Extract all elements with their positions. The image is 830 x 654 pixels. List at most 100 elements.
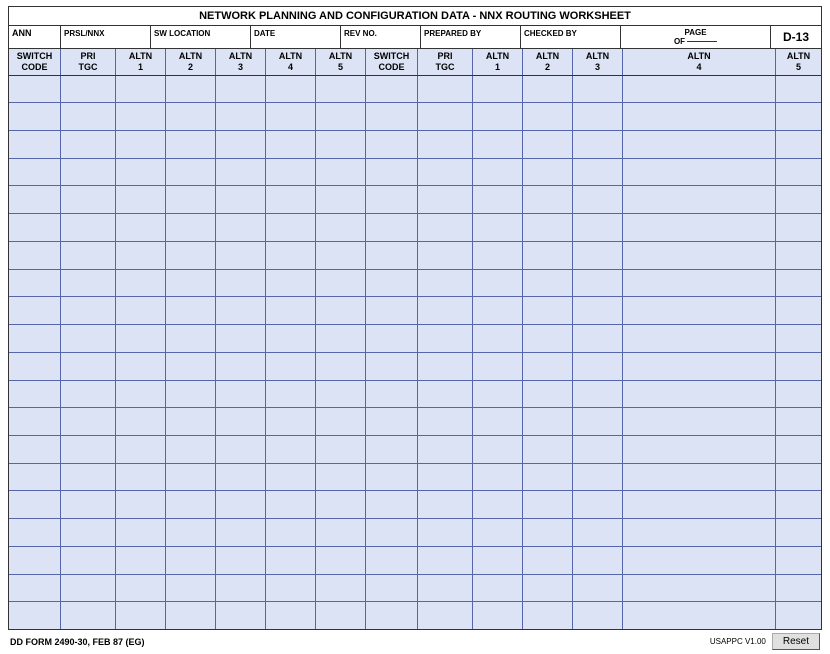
data-cell [776, 214, 821, 241]
data-cell [9, 186, 61, 213]
data-cell [116, 381, 166, 408]
data-cell [366, 491, 418, 518]
data-cell [216, 575, 266, 602]
form-name: DD FORM 2490-30, FEB 87 (EG) [10, 637, 145, 647]
data-cell [266, 464, 316, 491]
data-cell [216, 325, 266, 352]
data-cell [166, 547, 216, 574]
data-cell [776, 408, 821, 435]
data-cell [9, 325, 61, 352]
data-cell [366, 353, 418, 380]
data-cell [316, 131, 366, 158]
table-row [9, 491, 821, 519]
data-cell [116, 464, 166, 491]
data-cell [776, 270, 821, 297]
data-cell [266, 547, 316, 574]
data-cell [266, 575, 316, 602]
data-cell [523, 103, 573, 130]
data-cell [216, 103, 266, 130]
data-cell [266, 353, 316, 380]
table-row [9, 602, 821, 629]
data-cell [216, 270, 266, 297]
data-cell [366, 103, 418, 130]
data-cell [523, 159, 573, 186]
data-cell [9, 159, 61, 186]
data-cell [473, 408, 523, 435]
data-cell [266, 186, 316, 213]
col-altn-3-2: ALTN 3 [573, 49, 623, 75]
data-cell [473, 103, 523, 130]
table-row [9, 76, 821, 104]
table-row [9, 436, 821, 464]
data-cell [473, 270, 523, 297]
reset-button[interactable]: Reset [772, 633, 820, 650]
data-cell [216, 408, 266, 435]
data-cell [116, 270, 166, 297]
data-cell [418, 547, 473, 574]
data-cell [61, 214, 116, 241]
data-cell [316, 491, 366, 518]
data-cell [116, 436, 166, 463]
data-cell [623, 297, 776, 324]
data-cell [623, 575, 776, 602]
data-cell [61, 76, 116, 103]
data-cell [366, 76, 418, 103]
data-cell [573, 242, 623, 269]
data-cell [523, 353, 573, 380]
column-headers: SWITCH CODE PRI TGC ALTN 1 ALTN 2 ALTN 3… [8, 48, 822, 76]
data-cell [216, 436, 266, 463]
data-cell [418, 436, 473, 463]
data-cell [366, 464, 418, 491]
data-cell [473, 491, 523, 518]
data-cell [573, 547, 623, 574]
data-cell [573, 353, 623, 380]
data-cell [523, 381, 573, 408]
data-cell [266, 602, 316, 629]
data-cell [523, 436, 573, 463]
data-cell [366, 159, 418, 186]
data-cell [366, 575, 418, 602]
table-row [9, 325, 821, 353]
data-cell [418, 575, 473, 602]
data-cell [573, 519, 623, 546]
data-cell [623, 436, 776, 463]
data-cell [316, 464, 366, 491]
data-cell [623, 353, 776, 380]
data-cell [418, 103, 473, 130]
data-cell [573, 575, 623, 602]
data-cell [473, 159, 523, 186]
data-cell [9, 436, 61, 463]
ann-cell: ANN [9, 26, 61, 48]
footer-right: USAPPC V1.00 Reset [710, 633, 820, 650]
data-cell [266, 159, 316, 186]
data-cell [166, 408, 216, 435]
data-cell [523, 519, 573, 546]
data-cell [473, 575, 523, 602]
data-cell [623, 491, 776, 518]
data-cell [473, 381, 523, 408]
data-cell [523, 186, 573, 213]
data-cell [776, 186, 821, 213]
data-cell [523, 76, 573, 103]
data-cell [418, 297, 473, 324]
data-cell [776, 159, 821, 186]
data-cell [9, 575, 61, 602]
data-cell [316, 103, 366, 130]
data-cell [216, 297, 266, 324]
data-cell [573, 103, 623, 130]
data-cell [266, 214, 316, 241]
data-cell [116, 602, 166, 629]
data-cell [116, 297, 166, 324]
col-altn-1-1: ALTN 1 [116, 49, 166, 75]
data-cell [9, 602, 61, 629]
col-altn-4-1: ALTN 4 [266, 49, 316, 75]
data-cell [418, 491, 473, 518]
data-cell [473, 436, 523, 463]
data-cell [418, 76, 473, 103]
chkby-cell: CHECKED BY [521, 26, 621, 48]
data-cell [366, 436, 418, 463]
data-cell [266, 103, 316, 130]
version-label: USAPPC V1.00 [710, 637, 766, 646]
data-cell [316, 353, 366, 380]
data-cell [166, 214, 216, 241]
